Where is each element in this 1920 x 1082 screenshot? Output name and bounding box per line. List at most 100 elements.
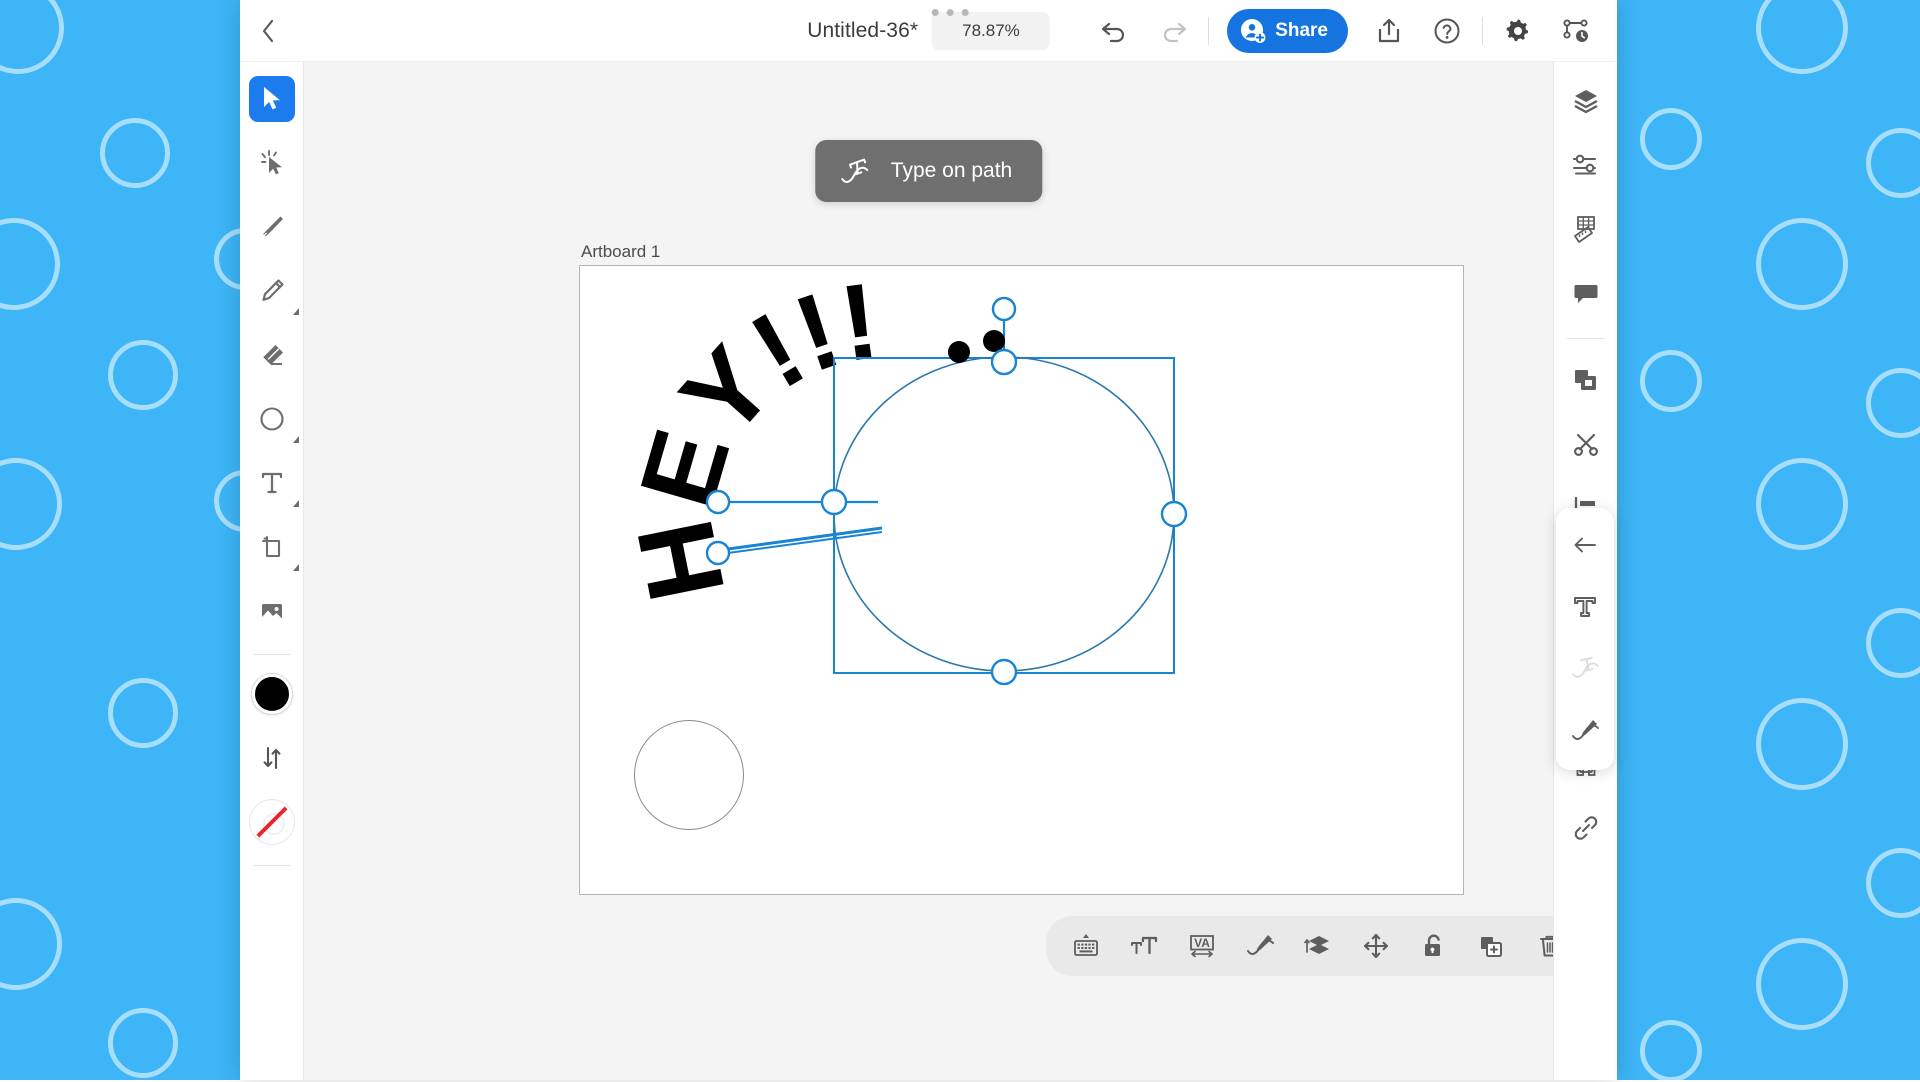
arrange-button[interactable] [1294, 922, 1342, 970]
text-tool-flyout-panel [1556, 508, 1614, 770]
tool-submenu-indicator[interactable] [293, 500, 299, 507]
duplicate-plus-icon [1477, 932, 1507, 960]
canvas-area[interactable]: Artboard 1 HEY!!! [304, 62, 1553, 1080]
lock-button[interactable] [1410, 922, 1458, 970]
tool-submenu-indicator[interactable] [293, 308, 299, 315]
unlock-padlock-icon [1420, 932, 1448, 960]
crop-tool[interactable] [249, 524, 295, 570]
shape-tool[interactable] [249, 396, 295, 442]
pen-tool[interactable] [249, 204, 295, 250]
sidebar-item-link[interactable] [1563, 805, 1609, 851]
text-tool[interactable] [249, 460, 295, 506]
header-actions: Share [1086, 0, 1605, 62]
undo-button[interactable] [1086, 0, 1144, 62]
wallpaper-bubble [108, 1008, 178, 1078]
canvas-loose-circle-shape[interactable] [634, 720, 744, 830]
tool-submenu-indicator[interactable] [293, 564, 299, 571]
settings-button[interactable] [1489, 0, 1547, 62]
swap-colors-button[interactable] [249, 735, 295, 781]
keyboard-button[interactable] [1062, 922, 1110, 970]
flyout-path-pen-button[interactable] [1562, 708, 1608, 754]
fill-color-swatch[interactable] [249, 671, 295, 717]
keyboard-icon [1071, 932, 1101, 960]
export-upload-icon [1376, 17, 1402, 45]
wallpaper-bubble [1866, 128, 1920, 198]
collaborator-dot [961, 9, 968, 16]
swap-arrows-icon [259, 745, 285, 771]
delete-button[interactable] [1526, 922, 1553, 970]
ellipse-icon [258, 405, 286, 433]
tool-submenu-indicator[interactable] [293, 436, 299, 443]
speech-bubble-icon [1572, 279, 1600, 307]
path-pen-icon [1570, 717, 1600, 745]
export-button[interactable] [1360, 0, 1418, 62]
share-button[interactable]: Share [1227, 9, 1348, 53]
wallpaper-bubble [0, 458, 62, 550]
layer-order-icon [1303, 932, 1333, 960]
back-button[interactable] [240, 0, 296, 62]
text-t-icon [258, 469, 286, 497]
eraser-icon [258, 341, 286, 369]
type-on-path-button[interactable] [1236, 922, 1284, 970]
move-button[interactable] [1352, 922, 1400, 970]
wallpaper-bubble [0, 0, 64, 74]
font-size-button[interactable] [1120, 922, 1168, 970]
image-tool[interactable] [249, 588, 295, 634]
pencil-tool[interactable] [249, 268, 295, 314]
undo-arrow-icon [1100, 19, 1130, 43]
flyout-text-style-button[interactable] [1562, 584, 1608, 630]
wallpaper-bubble [1866, 608, 1920, 678]
sidebar-item-layers[interactable] [1563, 78, 1609, 124]
crop-artboard-icon [258, 533, 286, 561]
add-person-icon [1240, 18, 1266, 44]
image-picture-icon [258, 597, 286, 625]
version-history-button[interactable] [1547, 0, 1605, 62]
flyout-text-on-path-button[interactable] [1562, 646, 1608, 692]
svg-text:VA: VA [1194, 936, 1210, 950]
header-divider [1482, 17, 1483, 45]
wallpaper-bubble [100, 118, 170, 188]
question-circle-icon [1433, 17, 1461, 45]
text-on-path-icon [1570, 655, 1600, 683]
stacked-squares-icon [1572, 366, 1600, 394]
wallpaper-bubble [108, 340, 178, 410]
arrow-left-icon [1571, 533, 1599, 557]
sidebar-item-adjustments[interactable] [1563, 142, 1609, 188]
flyout-back-button[interactable] [1562, 522, 1608, 568]
stroke-swatch-none [250, 800, 294, 844]
type-on-path-icon [839, 156, 873, 186]
stroke-color-swatch[interactable] [249, 799, 295, 845]
tracking-button[interactable]: VA [1178, 922, 1226, 970]
magic-cursor-icon [258, 149, 286, 177]
sidebar-item-cut[interactable] [1563, 421, 1609, 467]
duplicate-button[interactable] [1468, 922, 1516, 970]
document-title[interactable]: Untitled-36* [807, 19, 932, 43]
trash-can-icon [1536, 932, 1553, 960]
document-title-group: Untitled-36* 78.87% [807, 0, 1050, 62]
chevron-left-icon [259, 18, 277, 44]
wallpaper-bubble [1756, 698, 1848, 790]
sidebar-item-grid-ruler[interactable] [1563, 206, 1609, 252]
version-history-icon [1561, 17, 1591, 45]
node-select-tool[interactable] [249, 140, 295, 186]
gear-icon [1504, 17, 1532, 45]
help-button[interactable] [1418, 0, 1476, 62]
redo-button[interactable] [1144, 0, 1202, 62]
header-divider [1208, 17, 1209, 45]
sliders-icon [1571, 151, 1601, 179]
sidebar-item-arrange[interactable] [1563, 357, 1609, 403]
eraser-tool[interactable] [249, 332, 295, 378]
sidebar-item-comments[interactable] [1563, 270, 1609, 316]
font-size-icon [1129, 932, 1159, 960]
serif-t-icon [1571, 593, 1599, 621]
grid-ruler-icon [1571, 214, 1601, 244]
select-tool[interactable] [249, 76, 295, 122]
wallpaper-bubble [1756, 0, 1848, 74]
zoom-level-chip[interactable]: 78.87% [932, 12, 1050, 50]
fill-swatch-circle [252, 674, 292, 714]
collaborator-dot [946, 9, 953, 16]
collaborators-dots [931, 9, 968, 16]
selection-context-toolbar: VA [1046, 916, 1553, 976]
wallpaper-bubble [0, 218, 60, 310]
application-window: Untitled-36* 78.87% [240, 0, 1617, 1080]
